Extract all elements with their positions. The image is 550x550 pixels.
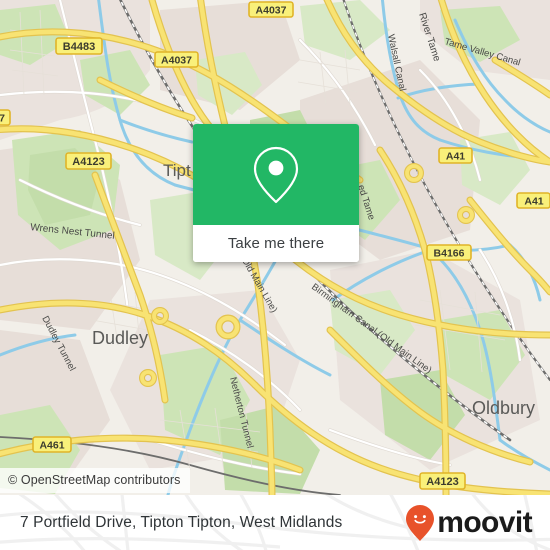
moovit-pin-smiley-icon <box>406 504 435 541</box>
road-shield: B4483 <box>55 37 103 55</box>
svg-text:A4037: A4037 <box>256 5 287 17</box>
svg-text:A41: A41 <box>446 151 465 163</box>
address-text: 7 Portfield Drive, Tipton Tipton, West M… <box>20 513 343 531</box>
svg-text:A4123: A4123 <box>426 476 458 488</box>
footer-bar: 7 Portfield Drive, Tipton Tipton, West M… <box>0 495 550 550</box>
take-me-there-card[interactable]: Take me there <box>193 124 359 262</box>
svg-text:7: 7 <box>0 113 5 125</box>
moovit-logo[interactable]: moovit <box>405 504 533 542</box>
svg-text:A4123: A4123 <box>72 156 104 168</box>
svg-text:A4037: A4037 <box>161 55 192 67</box>
road-shield: A4037 <box>154 51 199 68</box>
svg-text:A461: A461 <box>39 440 64 452</box>
osm-attribution[interactable]: © OpenStreetMap contributors <box>0 468 190 493</box>
road-shield: B4166 <box>426 244 472 261</box>
road-shield: A4037 <box>248 1 294 18</box>
moovit-map-share-card: .land{fill:#f2efe9} .built{fill:#eae2dd}… <box>0 0 550 550</box>
place-label-dudley: Dudley <box>92 328 148 348</box>
place-label-oldbury: Oldbury <box>472 398 535 418</box>
road-shield-partial: 7 <box>0 109 11 126</box>
svg-text:B4483: B4483 <box>63 41 95 53</box>
road-shield: A41 <box>438 147 473 164</box>
road-shield: A4123 <box>65 152 112 170</box>
take-me-there-label: Take me there <box>227 235 325 252</box>
place-label-tipton: Tipt <box>163 161 191 180</box>
map-pin-icon <box>253 146 299 203</box>
moovit-wordmark: moovit <box>437 505 532 539</box>
road-shield: A41 <box>516 192 550 209</box>
take-me-there-button[interactable]: Take me there <box>193 225 359 262</box>
card-icon-area <box>193 124 359 225</box>
road-shield: A461 <box>32 436 72 453</box>
road-shield: A4123 <box>419 472 466 490</box>
svg-text:B4166: B4166 <box>434 248 465 260</box>
svg-text:A41: A41 <box>524 196 543 208</box>
